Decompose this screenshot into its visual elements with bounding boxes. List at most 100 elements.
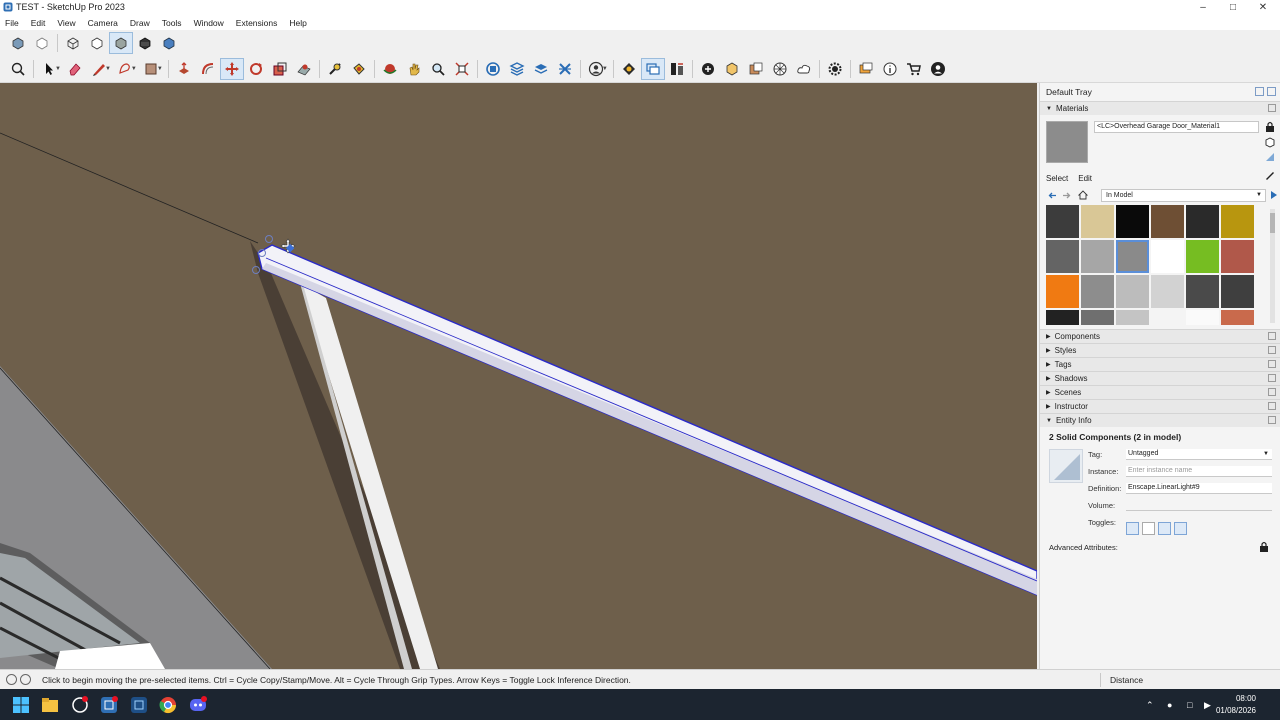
warehouse-icon[interactable] [481, 58, 505, 80]
model-viewport[interactable] [0, 83, 1037, 669]
material-swatch[interactable] [1151, 310, 1184, 325]
lock-toggle-icon[interactable] [1142, 522, 1155, 535]
material-swatch[interactable] [1116, 240, 1149, 273]
tab-edit[interactable]: Edit [1078, 174, 1092, 183]
sketchup-active-icon[interactable] [129, 695, 149, 715]
material-swatch[interactable] [1151, 275, 1184, 308]
home-icon[interactable] [1078, 190, 1088, 200]
swatch-scrollbar[interactable] [1270, 209, 1275, 323]
shaded-icon[interactable] [109, 32, 133, 54]
panel-scenes[interactable]: ▶ Scenes [1040, 385, 1280, 399]
discord-icon[interactable] [188, 695, 208, 715]
material-swatch[interactable] [1046, 240, 1079, 273]
menu-extensions[interactable]: Extensions [236, 18, 278, 28]
network-icon[interactable]: □ [1187, 700, 1197, 710]
lock-icon[interactable] [1264, 121, 1276, 133]
zoom-extents-icon[interactable] [450, 58, 474, 80]
grip-point[interactable] [265, 235, 273, 243]
library-select[interactable]: In Model ▼ [1101, 189, 1266, 202]
cart-icon[interactable] [902, 58, 926, 80]
receive-shadows-toggle-icon[interactable] [1158, 522, 1171, 535]
menu-edit[interactable]: Edit [31, 18, 46, 28]
material-swatch[interactable] [1046, 310, 1079, 325]
cast-shadows-toggle-icon[interactable] [1174, 522, 1187, 535]
push-pull-icon[interactable] [172, 58, 196, 80]
panel-instructor[interactable]: ▶ Instructor [1040, 399, 1280, 413]
material-swatch[interactable] [1151, 205, 1184, 238]
materials-editor-icon[interactable] [744, 58, 768, 80]
xray-style-icon[interactable] [6, 32, 30, 54]
material-swatch[interactable] [1081, 205, 1114, 238]
layers-icon[interactable] [529, 58, 553, 80]
hidden-line-icon[interactable] [85, 32, 109, 54]
chevron-down-icon[interactable]: ▼ [157, 66, 163, 72]
enscape-sync-icon[interactable] [640, 58, 665, 80]
panel-close-icon[interactable] [1268, 374, 1276, 382]
panel-close-icon[interactable] [1268, 388, 1276, 396]
menu-draw[interactable]: Draw [130, 18, 150, 28]
move-icon[interactable] [219, 58, 244, 80]
monochrome-icon[interactable] [157, 32, 181, 54]
forward-arrow-icon[interactable] [1062, 191, 1071, 200]
panel-entity-info[interactable]: ▼ Entity Info [1040, 413, 1280, 427]
enscape-views-icon[interactable] [665, 58, 689, 80]
minimize-button[interactable]: – [1188, 0, 1218, 15]
panel-tags[interactable]: ▶ Tags [1040, 357, 1280, 371]
info-icon[interactable] [878, 58, 902, 80]
asset-library-icon[interactable] [720, 58, 744, 80]
tray-close-icon[interactable] [1267, 87, 1276, 96]
create-material-icon[interactable] [1264, 136, 1276, 148]
chrome-icon[interactable] [158, 695, 178, 715]
sketchup-app-icon[interactable] [99, 695, 119, 715]
file-explorer-icon[interactable] [40, 695, 60, 715]
chevron-down-icon[interactable]: ▼ [55, 66, 61, 72]
follow-me-icon[interactable] [292, 58, 316, 80]
enscape-start-icon[interactable] [617, 58, 641, 80]
definition-input[interactable]: Enscape.LinearLight#9 [1126, 483, 1272, 494]
material-swatch[interactable] [1046, 205, 1079, 238]
instance-name-input[interactable]: Enter instance name [1126, 466, 1272, 477]
materials-panel-header[interactable]: ▼ Materials [1040, 101, 1280, 115]
material-swatch[interactable] [1186, 275, 1219, 308]
volume-icon[interactable]: ▶ [1204, 700, 1214, 710]
settings-gear-icon[interactable] [823, 58, 847, 80]
panel-close-icon[interactable] [1268, 402, 1276, 410]
chevron-down-icon[interactable]: ▼ [105, 66, 111, 72]
tray-autohide-icon[interactable] [1255, 87, 1264, 96]
tab-select[interactable]: Select [1046, 174, 1068, 183]
back-edges-icon[interactable] [30, 32, 54, 54]
show-hidden-icons-icon[interactable]: ⌃ [1146, 700, 1156, 710]
rotate-icon[interactable] [244, 58, 268, 80]
search-icon[interactable] [6, 58, 30, 80]
material-swatch[interactable] [1151, 240, 1184, 273]
grid-sphere-icon[interactable] [768, 58, 792, 80]
offset-icon[interactable] [196, 58, 220, 80]
material-swatch[interactable] [1186, 310, 1219, 325]
pan-icon[interactable] [402, 58, 426, 80]
menu-window[interactable]: Window [194, 18, 224, 28]
material-swatch[interactable] [1221, 275, 1254, 308]
shaded-textures-icon[interactable] [133, 32, 157, 54]
material-swatch[interactable] [1116, 205, 1149, 238]
menu-file[interactable]: File [5, 18, 19, 28]
sample-paint-icon[interactable] [1264, 169, 1276, 181]
panel-close-icon[interactable] [1268, 104, 1276, 112]
close-button[interactable]: ✕ [1248, 0, 1278, 15]
material-name-field[interactable]: <LC>Overhead Garage Door_Material1 [1094, 121, 1259, 133]
material-swatch[interactable] [1221, 240, 1254, 273]
panel-shadows[interactable]: ▶ Shadows [1040, 371, 1280, 385]
eraser-icon[interactable] [63, 58, 87, 80]
extension-manager-icon[interactable] [553, 58, 577, 80]
app-chat-icon[interactable] [70, 695, 90, 715]
wireframe-icon[interactable] [61, 32, 85, 54]
windows-start-icon[interactable] [11, 695, 31, 715]
cloud-upload-icon[interactable] [792, 58, 816, 80]
material-swatch[interactable] [1081, 275, 1114, 308]
panel-close-icon[interactable] [1268, 416, 1276, 424]
material-swatch[interactable] [1186, 240, 1219, 273]
components-icon[interactable] [505, 58, 529, 80]
material-swatch[interactable] [1116, 310, 1149, 325]
panel-styles[interactable]: ▶ Styles [1040, 343, 1280, 357]
default-material-icon[interactable] [1264, 151, 1276, 163]
material-swatch[interactable] [1081, 240, 1114, 273]
